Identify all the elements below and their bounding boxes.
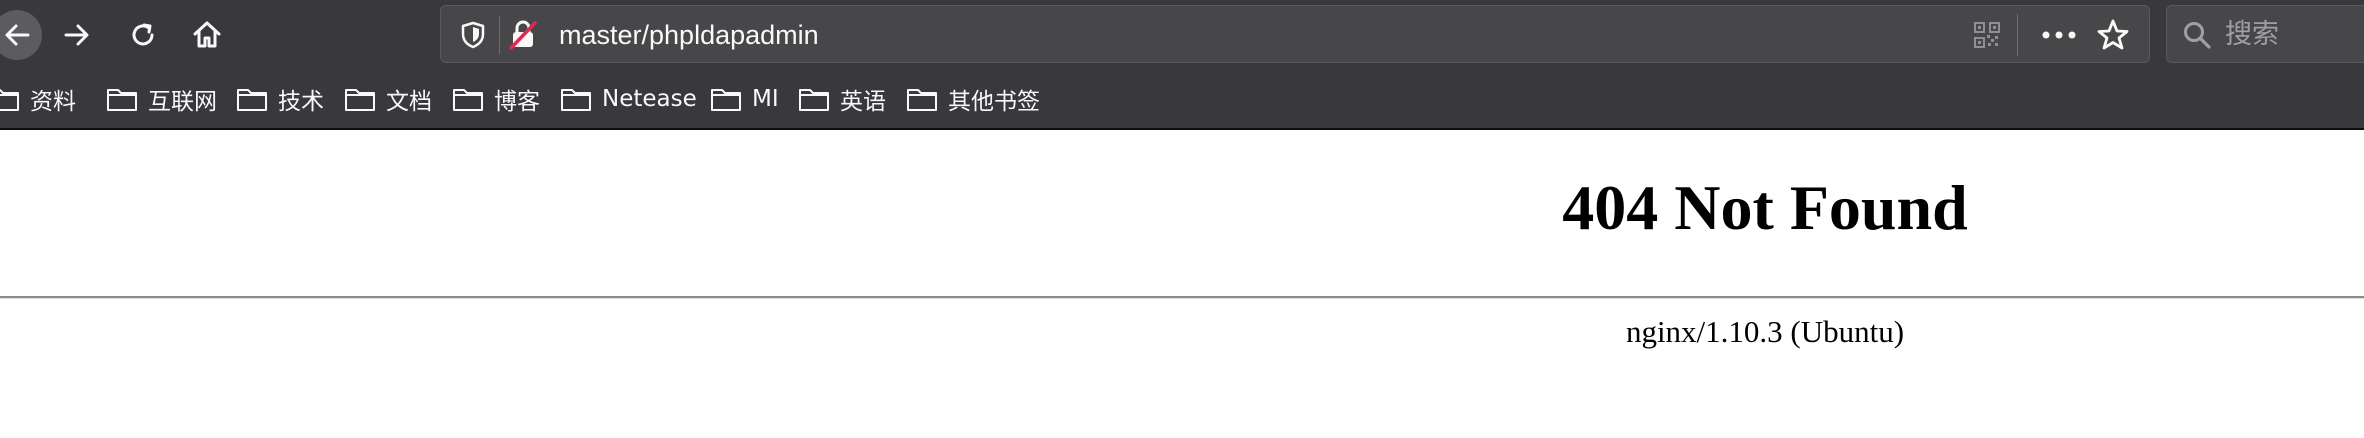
bookmark-label: 互联网 <box>148 89 217 115</box>
server-signature: nginx/1.10.3 (Ubuntu) <box>1625 314 1905 349</box>
reload-icon <box>132 23 154 46</box>
folder-icon <box>236 85 268 113</box>
bookmark-label: 英语 <box>840 89 886 115</box>
bookmark-label: 技术 <box>278 89 324 115</box>
browser-toolbar: master/phpldapadmin 搜索 <box>0 0 2364 68</box>
url-separator-right <box>2017 14 2018 56</box>
folder-icon <box>710 85 742 113</box>
qr-code-button[interactable] <box>1971 19 2003 51</box>
url-text[interactable]: master/phpldapadmin <box>559 19 819 51</box>
search-placeholder[interactable]: 搜索 <box>2225 19 2279 51</box>
bookmark-folder-other[interactable]: 其他书签 <box>906 82 1040 116</box>
bookmark-label: 其他书签 <box>948 89 1040 115</box>
search-icon-wrap <box>2181 19 2213 51</box>
bookmark-label: 资料 <box>30 89 76 115</box>
more-icon <box>2042 31 2076 39</box>
url-separator <box>499 16 500 54</box>
bookmark-folder[interactable]: 文档 <box>344 82 432 116</box>
back-button[interactable] <box>0 10 42 60</box>
bookmark-folder[interactable]: 互联网 <box>106 82 217 116</box>
bookmark-label: 博客 <box>494 89 540 115</box>
forward-arrow-icon <box>64 24 89 46</box>
folder-icon <box>344 85 376 113</box>
bookmark-folder[interactable]: 博客 <box>452 82 540 116</box>
tracking-protection-button[interactable] <box>457 19 489 51</box>
search-bar[interactable]: 搜索 <box>2166 5 2364 63</box>
home-button[interactable] <box>186 14 228 56</box>
shield-icon <box>461 21 485 49</box>
back-arrow-icon <box>5 24 30 46</box>
search-icon <box>2184 22 2211 49</box>
bookmark-folder[interactable]: MI <box>710 82 779 116</box>
insecure-lock-icon <box>509 20 537 50</box>
home-icon <box>193 21 221 48</box>
bookmark-star-button[interactable] <box>2095 17 2131 53</box>
folder-icon <box>560 85 592 113</box>
bookmarks-toolbar: 资料 互联网 技术 文档 博客 Netease MI 英语 其他书签 <box>0 68 2364 130</box>
folder-icon <box>0 85 20 113</box>
star-icon <box>2097 19 2129 50</box>
site-info-button[interactable] <box>507 19 539 51</box>
bookmark-label: Netease <box>602 86 697 112</box>
bookmark-label: MI <box>752 86 779 112</box>
folder-icon <box>452 85 484 113</box>
folder-icon <box>906 85 938 113</box>
bookmark-folder[interactable]: 技术 <box>236 82 324 116</box>
horizontal-rule <box>0 296 2364 299</box>
url-bar[interactable]: master/phpldapadmin <box>440 5 2150 63</box>
folder-icon <box>798 85 830 113</box>
qr-code-icon <box>1974 22 2000 48</box>
page-actions-button[interactable] <box>2039 19 2079 51</box>
bookmark-folder[interactable]: Netease <box>560 82 697 116</box>
folder-icon <box>106 85 138 113</box>
bookmark-folder[interactable]: 资料 <box>0 82 76 116</box>
forward-button[interactable] <box>56 14 98 56</box>
error-title: 404 Not Found <box>1562 172 1968 243</box>
bookmark-label: 文档 <box>386 89 432 115</box>
bookmark-folder[interactable]: 英语 <box>798 82 886 116</box>
reload-button[interactable] <box>122 14 164 56</box>
